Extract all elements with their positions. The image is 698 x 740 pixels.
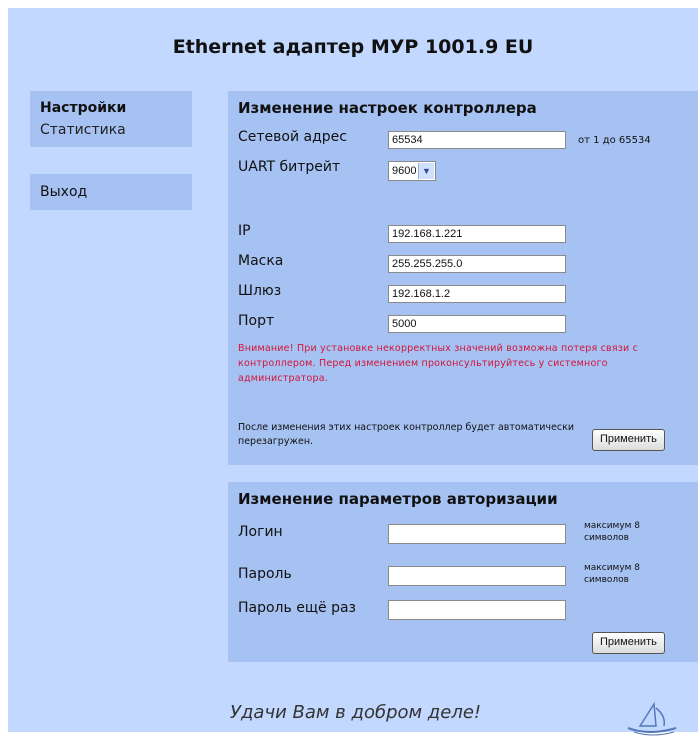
uart-baud-select[interactable]: 9600 ▼ [388,161,436,181]
sidebar-menu-settings: Настройки Статистика [30,91,192,147]
login-hint: максимум 8 символов [584,521,641,543]
page-title: Ethernet адаптер МУР 1001.9 EU [172,36,534,58]
controller-settings-heading: Изменение настроек контроллера [238,99,537,117]
gateway-label: Шлюз [238,283,282,299]
ip-input[interactable]: 192.168.1.221 [388,225,566,243]
reboot-note: После изменения этих настроек контроллер… [238,422,575,447]
auth-settings-heading: Изменение параметров авторизации [238,490,558,508]
network-address-input[interactable]: 65534 [388,131,566,149]
network-address-hint: от 1 до 65534 [578,135,651,146]
ip-label: IP [238,223,251,239]
page-background: Ethernet адаптер МУР 1001.9 EU Настройки… [8,8,698,736]
password-label: Пароль [238,566,292,582]
uart-baud-value: 9600 [392,165,417,177]
sidebar-item-exit[interactable]: Выход [30,181,192,203]
apply-controller-button[interactable]: Применить [592,429,665,451]
apply-auth-button[interactable]: Применить [592,632,665,654]
gateway-input[interactable]: 192.168.1.2 [388,285,566,303]
port-label: Порт [238,313,275,329]
footer-slogan: Удачи Вам в добром деле! [230,702,482,723]
warning-text: Внимание! При установке некорректных зна… [238,343,639,384]
chevron-down-icon[interactable]: ▼ [418,163,434,179]
login-label: Логин [238,524,283,540]
sidebar-item-settings[interactable]: Настройки [30,97,192,119]
password-input[interactable] [388,566,566,586]
sailing-ship-logo-icon [627,701,677,736]
auth-settings-panel: Изменение параметров авторизации Логин м… [228,482,698,662]
password-repeat-label: Пароль ещё раз [238,600,356,616]
mask-label: Маска [238,253,284,269]
password-repeat-input[interactable] [388,600,566,620]
port-input[interactable]: 5000 [388,315,566,333]
uart-baud-label: UART битрейт [238,159,341,175]
network-address-label: Сетевой адрес [238,129,347,145]
login-input[interactable] [388,524,566,544]
sidebar-item-statistics[interactable]: Статистика [30,119,192,141]
sidebar-menu-exit: Выход [30,174,192,210]
password-hint: максимум 8 символов [584,563,641,585]
controller-settings-panel: Изменение настроек контроллера Сетевой а… [228,91,698,465]
mask-input[interactable]: 255.255.255.0 [388,255,566,273]
